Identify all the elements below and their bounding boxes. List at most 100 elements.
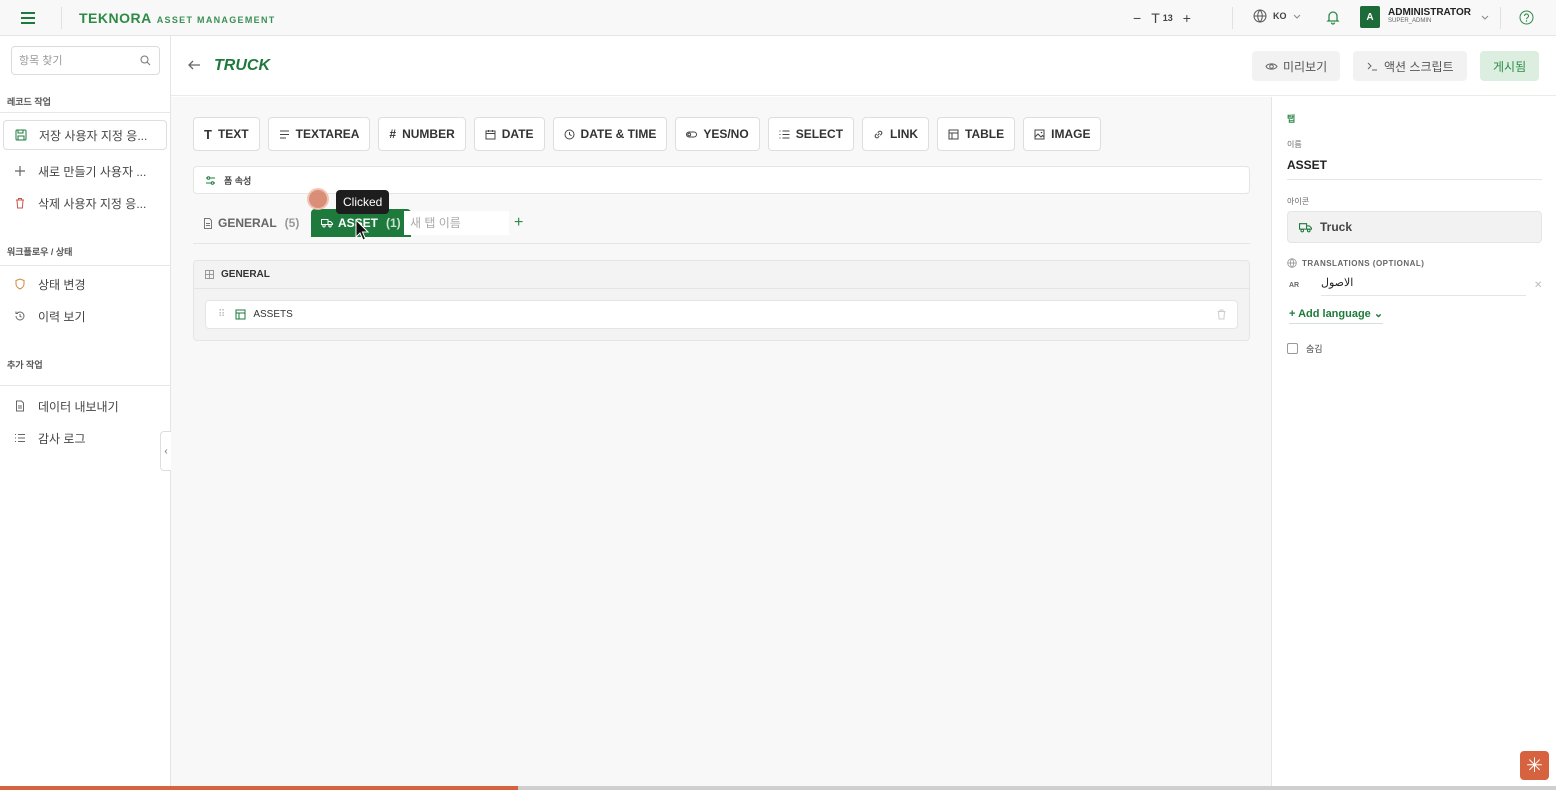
add-language-button[interactable]: + Add language ⌄: [1289, 307, 1384, 324]
sidebar-search: [11, 46, 160, 75]
field-button-textarea[interactable]: TEXTAREA: [267, 117, 371, 151]
back-arrow-icon[interactable]: [187, 58, 201, 72]
sidebar-item-new[interactable]: 새로 만들기 사용자 ...: [3, 156, 167, 186]
field-button-number[interactable]: # NUMBER: [378, 117, 466, 151]
image-icon: [1034, 129, 1045, 139]
field-label: ASSETS: [253, 309, 293, 320]
brand-name: TEKNORA: [79, 10, 152, 26]
icon-label: 아이콘: [1287, 197, 1310, 206]
sidebar-item-label: 이력 보기: [38, 309, 86, 324]
tab-general[interactable]: GENERAL (5): [193, 209, 309, 237]
font-decrease-button[interactable]: −: [1133, 10, 1141, 26]
user-role: SUPER_ADMIN: [1388, 18, 1432, 24]
document-icon: [204, 217, 212, 229]
field-button-text[interactable]: T TEXT: [193, 117, 260, 151]
click-tooltip: Clicked: [336, 190, 390, 214]
eye-icon: [1265, 62, 1278, 70]
drag-handle-icon[interactable]: ⠿: [218, 309, 225, 320]
field-row[interactable]: ⠿ ASSETS: [205, 300, 1238, 329]
field-button-label: DATE: [501, 127, 534, 141]
progress-bar: [0, 786, 1556, 790]
field-button-link[interactable]: LINK: [862, 117, 930, 151]
field-button-yesno[interactable]: YES/NO: [675, 117, 760, 151]
font-size-icon: T: [1151, 10, 1160, 26]
sidebar-item-export[interactable]: 데이터 내보내기: [3, 391, 167, 421]
translation-language-code: AR: [1289, 282, 1300, 289]
chevron-down-icon: ⌄: [1373, 308, 1384, 320]
new-tab-name-input[interactable]: [404, 211, 509, 235]
sidebar-collapse-button[interactable]: ‹: [160, 431, 171, 471]
list-icon: [15, 434, 25, 442]
hide-checkbox[interactable]: [1287, 343, 1298, 354]
sidebar-item-history[interactable]: 이력 보기: [3, 301, 167, 331]
icon-value: Truck: [1320, 220, 1353, 234]
field-button-table[interactable]: TABLE: [937, 117, 1016, 151]
add-tab-button[interactable]: +: [514, 214, 523, 232]
icon-selector[interactable]: Truck: [1287, 211, 1542, 243]
table-icon: [235, 309, 246, 320]
sidebar-item-change-status[interactable]: 상태 변경: [3, 269, 167, 299]
sidebar-item-label: 상태 변경: [38, 277, 86, 292]
chevron-down-icon: [1481, 15, 1489, 20]
translation-input[interactable]: الاصول: [1321, 276, 1526, 296]
sidebar-item-label: 새로 만들기 사용자 ...: [38, 164, 147, 179]
globe-icon: [1253, 9, 1267, 23]
panel-title: 탭: [1287, 114, 1296, 124]
language-selector[interactable]: KO: [1253, 9, 1301, 23]
grid-icon: [205, 270, 214, 279]
notification-bell-icon[interactable]: [1325, 9, 1341, 25]
divider: [1232, 7, 1233, 29]
field-button-label: TEXT: [217, 127, 249, 141]
click-marker: [307, 188, 329, 210]
action-script-label: 액션 스크립트: [1384, 59, 1454, 74]
sidebar-item-label: 저장 사용자 지정 응...: [39, 128, 148, 143]
hide-checkbox-row[interactable]: 숨김: [1287, 342, 1323, 355]
page-header: TRUCK 미리보기 액션 스크립트 게시됨: [171, 36, 1556, 96]
field-button-select[interactable]: SELECT: [767, 117, 855, 151]
tab-label: GENERAL: [218, 216, 277, 230]
section-header[interactable]: GENERAL: [205, 269, 270, 280]
remove-translation-icon[interactable]: ✕: [1534, 280, 1542, 291]
trash-icon[interactable]: [1216, 309, 1227, 320]
tab-name-field[interactable]: ASSET: [1287, 158, 1542, 180]
progress-fill: [0, 786, 519, 790]
field-button-date[interactable]: DATE: [473, 117, 545, 151]
divider: [194, 288, 1249, 289]
font-size-control: − T 13 +: [1133, 9, 1191, 27]
text-type-icon: T: [204, 126, 212, 142]
top-bar: TEKNORA ASSET MANAGEMENT − T 13 + KO A AD…: [0, 0, 1556, 36]
section-title: 워크플로우 / 상태: [7, 247, 73, 257]
publish-button[interactable]: 게시됨: [1480, 51, 1540, 81]
assistant-sparkle-icon[interactable]: ✳: [1520, 751, 1549, 780]
field-button-image[interactable]: IMAGE: [1023, 117, 1102, 151]
sidebar-item-audit-log[interactable]: 감사 로그: [3, 423, 167, 453]
toggle-icon: [686, 131, 698, 137]
field-button-label: LINK: [890, 127, 919, 141]
search-input[interactable]: [12, 47, 132, 74]
action-script-button[interactable]: 액션 스크립트: [1353, 51, 1467, 81]
terminal-icon: [1367, 62, 1377, 70]
search-icon[interactable]: [140, 55, 151, 66]
field-type-toolbar: T TEXT TEXTAREA # NUMBER DATE DATE & TIME …: [193, 117, 1102, 151]
field-button-datetime[interactable]: DATE & TIME: [552, 117, 668, 151]
document-icon: [16, 400, 24, 412]
field-button-label: YES/NO: [703, 127, 749, 141]
field-button-label: DATE & TIME: [580, 127, 657, 141]
brand-subtitle: ASSET MANAGEMENT: [156, 15, 276, 25]
sidebar: 레코드 작업 저장 사용자 지정 응... 새로 만들기 사용자 ... 삭제 …: [0, 36, 171, 790]
table-icon: [948, 129, 959, 139]
help-icon[interactable]: [1519, 10, 1534, 25]
field-button-label: NUMBER: [402, 127, 455, 141]
page-title: TRUCK: [214, 57, 270, 74]
sidebar-item-save[interactable]: 저장 사용자 지정 응...: [3, 120, 167, 150]
sidebar-item-delete[interactable]: 삭제 사용자 지정 응...: [3, 188, 167, 218]
truck-icon: [321, 219, 333, 228]
field-button-label: IMAGE: [1051, 127, 1091, 141]
field-button-label: TEXTAREA: [295, 127, 360, 141]
font-increase-button[interactable]: +: [1183, 10, 1191, 26]
shield-icon: [15, 278, 25, 290]
font-size-value: 13: [1162, 13, 1173, 23]
preview-button[interactable]: 미리보기: [1252, 51, 1341, 81]
hamburger-menu-icon[interactable]: [19, 9, 37, 27]
user-menu[interactable]: A ADMINISTRATOR SUPER_ADMIN: [1360, 6, 1489, 28]
